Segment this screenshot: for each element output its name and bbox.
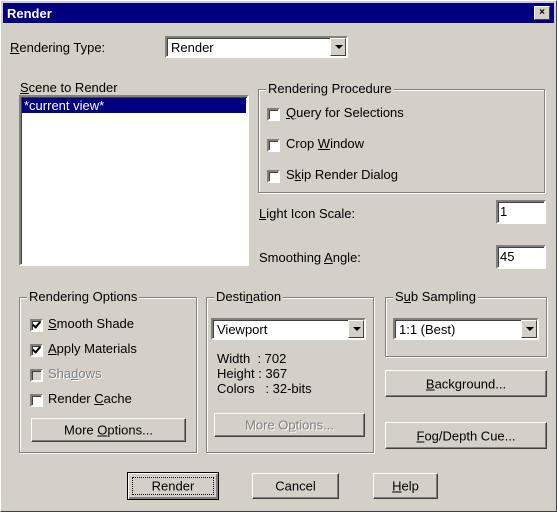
destination-colors: Colors : 32-bits bbox=[217, 381, 312, 396]
rendering-options-title: Rendering Options bbox=[27, 289, 140, 304]
sub-title-pre: S bbox=[395, 289, 404, 304]
rendering-type-select[interactable]: Render bbox=[165, 36, 348, 58]
cache-mnemonic: C bbox=[94, 391, 104, 406]
title-bar[interactable]: Render × bbox=[3, 3, 554, 23]
sub-title-post: b Sampling bbox=[410, 289, 476, 304]
shadows-checkbox bbox=[30, 369, 43, 382]
query-mnemonic: Q bbox=[286, 105, 297, 120]
light-icon-scale-value: 1 bbox=[500, 204, 508, 219]
scene-listbox[interactable]: *current view* bbox=[19, 95, 249, 266]
scene-label-mnemonic: S bbox=[20, 80, 29, 95]
destination-width: Width : 702 bbox=[217, 351, 287, 366]
sub-title-mnemonic: u bbox=[403, 289, 411, 304]
rendering-type-mnemonic: R bbox=[10, 40, 20, 55]
rendering-type-label: Rendering Type: bbox=[10, 40, 105, 55]
more-options-button[interactable]: More Options... bbox=[31, 418, 186, 442]
smooth-shade-checkbox[interactable] bbox=[30, 319, 43, 332]
smoothing-angle-label: Smoothing Angle: bbox=[259, 250, 361, 265]
fog-button-label: Fog/Depth Cue... bbox=[386, 428, 546, 443]
query-selections-checkbox[interactable] bbox=[267, 108, 280, 121]
cancel-button-label: Cancel bbox=[275, 478, 316, 494]
apply-post: pply Materials bbox=[56, 341, 137, 356]
chevron-down-icon[interactable] bbox=[348, 320, 364, 338]
scene-label-rest: cene to Render bbox=[28, 80, 118, 95]
shadows-label: Shadows bbox=[48, 366, 102, 381]
smoothing-pre: Smoothing bbox=[259, 250, 325, 265]
smoothing-post: ngle: bbox=[332, 250, 361, 265]
query-post: uery for Selections bbox=[296, 105, 404, 120]
more-options-pre: More bbox=[64, 422, 98, 438]
cancel-button[interactable]: Cancel bbox=[252, 473, 339, 499]
skip-render-dialog-label[interactable]: Skip Render Dialog bbox=[286, 167, 398, 182]
more-options-mnemonic: O bbox=[97, 422, 108, 438]
close-icon[interactable]: × bbox=[534, 6, 550, 20]
render-cache-checkbox[interactable] bbox=[30, 394, 43, 407]
rendering-type-value: Render bbox=[171, 40, 214, 55]
background-post: ackground... bbox=[434, 376, 507, 391]
chevron-down-icon[interactable] bbox=[330, 38, 346, 56]
dest-more-mnemonic: p bbox=[288, 417, 296, 433]
skip-post: ip Render Dialog bbox=[301, 167, 399, 182]
destination-height: Height : 367 bbox=[217, 366, 288, 381]
more-options-button-label: More Options... bbox=[32, 423, 185, 438]
render-dialog: Render × Rendering Type: Render Scene to… bbox=[0, 0, 557, 512]
crop-post: indow bbox=[330, 136, 365, 151]
light-post: ight Icon Scale: bbox=[266, 206, 356, 221]
shadows-pre: Sha bbox=[48, 366, 72, 381]
crop-window-checkbox[interactable] bbox=[267, 139, 280, 152]
skip-render-dialog-checkbox[interactable] bbox=[267, 170, 280, 183]
list-item[interactable]: *current view* bbox=[22, 98, 246, 113]
rendering-type-label-rest: endering Type: bbox=[19, 40, 106, 55]
destination-select[interactable]: Viewport bbox=[211, 318, 366, 340]
background-button-label: Background... bbox=[386, 376, 546, 391]
help-button-label: Help bbox=[374, 479, 437, 494]
apply-mnemonic: A bbox=[48, 341, 57, 356]
more-options-post: ptions... bbox=[107, 422, 153, 438]
background-button[interactable]: Background... bbox=[385, 370, 547, 397]
smooth-shade-label[interactable]: Smooth Shade bbox=[48, 316, 134, 331]
smoothing-angle-value: 45 bbox=[500, 249, 515, 264]
sub-sampling-value: 1:1 (Best) bbox=[399, 322, 456, 337]
light-icon-scale-label: Light Icon Scale: bbox=[259, 206, 355, 221]
smoothing-mnemonic: A bbox=[324, 250, 333, 265]
apply-materials-label[interactable]: Apply Materials bbox=[48, 341, 137, 356]
query-selections-label[interactable]: Query for Selections bbox=[286, 105, 404, 120]
destination-more-options-label: More Options... bbox=[215, 418, 364, 433]
sub-sampling-title: Sub Sampling bbox=[393, 289, 478, 304]
crop-pre: Crop bbox=[286, 136, 318, 151]
cache-post: ache bbox=[103, 391, 132, 406]
apply-materials-checkbox[interactable] bbox=[30, 344, 43, 357]
dest-more-pre: More O bbox=[245, 417, 289, 433]
fog-depth-cue-button[interactable]: Fog/Depth Cue... bbox=[385, 422, 547, 449]
light-icon-scale-input[interactable]: 1 bbox=[496, 200, 546, 224]
shadows-post: ows bbox=[78, 366, 102, 381]
destination-more-options-button: More Options... bbox=[214, 413, 365, 437]
skip-pre: S bbox=[286, 167, 295, 182]
destination-title-post: ation bbox=[252, 289, 282, 304]
help-button[interactable]: Help bbox=[373, 473, 438, 499]
background-mnemonic: B bbox=[425, 376, 435, 391]
crop-mnemonic: W bbox=[317, 136, 331, 151]
render-button[interactable]: Render bbox=[127, 472, 219, 500]
render-button-label: Render bbox=[151, 478, 195, 494]
help-post: elp bbox=[401, 478, 419, 494]
destination-title-pre: Desti bbox=[216, 289, 246, 304]
smooth-post: mooth Shade bbox=[56, 316, 135, 331]
crop-window-label[interactable]: Crop Window bbox=[286, 136, 364, 151]
fog-post: og/Depth Cue... bbox=[424, 428, 516, 443]
window-title: Render bbox=[7, 6, 52, 21]
chevron-down-icon[interactable] bbox=[521, 320, 537, 338]
render-cache-label[interactable]: Render Cache bbox=[48, 391, 132, 406]
scene-to-render-label: Scene to Render bbox=[20, 80, 118, 95]
dest-more-post: tions... bbox=[295, 417, 334, 433]
destination-title: Destination bbox=[214, 289, 284, 304]
cache-pre: Render bbox=[48, 391, 95, 406]
destination-value: Viewport bbox=[217, 322, 268, 337]
smooth-mnemonic: S bbox=[48, 316, 57, 331]
rendering-procedure-title: Rendering Procedure bbox=[266, 81, 394, 96]
smoothing-angle-input[interactable]: 45 bbox=[496, 245, 546, 269]
sub-sampling-select[interactable]: 1:1 (Best) bbox=[393, 318, 539, 340]
help-mnemonic: H bbox=[392, 478, 402, 494]
destination-title-mnemonic: n bbox=[245, 289, 253, 304]
